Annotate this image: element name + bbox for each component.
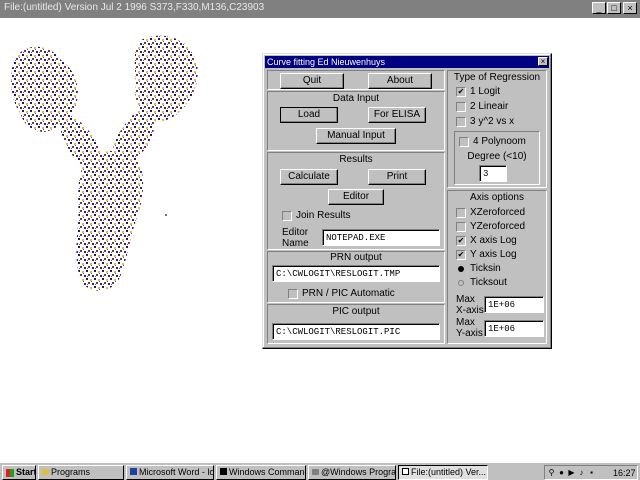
editor-name-field[interactable]: NOTEPAD.EXE xyxy=(322,229,440,246)
about-button[interactable]: About xyxy=(368,73,432,89)
max-y-axis-label-line2: Y-axis xyxy=(456,328,483,339)
taskbar-item-label: @Windows Programs xyxy=(321,467,396,477)
degree-label: Degree (<10) xyxy=(467,151,527,162)
regression-heading: Type of Regression xyxy=(453,72,541,83)
windows-logo-icon xyxy=(6,468,14,477)
max-x-axis-label-line2: X-axis xyxy=(456,305,484,316)
flag-icon[interactable]: ▶ xyxy=(567,468,576,477)
taskbar-item-label: Programs xyxy=(51,467,91,477)
maximize-button[interactable]: □ xyxy=(607,2,621,14)
editor-name-label-line2: Name xyxy=(282,238,309,249)
speaker-icon[interactable]: ♪ xyxy=(577,468,586,477)
minimize-button[interactable]: _ xyxy=(592,2,606,14)
for-elisa-button[interactable]: For ELISA xyxy=(368,107,426,123)
start-button[interactable]: Start xyxy=(2,465,36,480)
quit-button[interactable]: Quit xyxy=(280,73,344,89)
results-heading: Results xyxy=(339,154,373,165)
main-titlebar: File:(untitled) Version Jul 2 1996 S373,… xyxy=(0,0,640,18)
command-icon xyxy=(220,468,227,475)
print-button[interactable]: Print xyxy=(368,169,426,185)
logit-label: 1 Logit xyxy=(470,86,501,97)
ticksout-label: Ticksout xyxy=(470,277,507,288)
dialog-close-button[interactable]: × xyxy=(538,57,548,66)
prn-pic-automatic-checkbox[interactable] xyxy=(288,289,298,299)
max-x-axis-label-line1: Max xyxy=(456,294,475,305)
clock[interactable]: 16:27 xyxy=(613,468,636,478)
network-icon[interactable]: ▪ xyxy=(587,468,596,477)
y2-vs-x-checkbox[interactable] xyxy=(456,117,466,127)
word-icon xyxy=(130,468,137,475)
prn-pic-automatic-label: PRN / PIC Automatic xyxy=(302,288,395,299)
dialog-title: Curve fitting Ed Nieuwenhuys xyxy=(267,57,386,67)
taskbar-item-programs[interactable]: Programs xyxy=(38,465,124,480)
editor-name-label-line1: Editor xyxy=(282,227,309,238)
results-panel: Results Calculate Print Editor Join Resu… xyxy=(267,152,445,250)
join-results-label: Join Results xyxy=(296,210,351,221)
max-y-axis-field[interactable]: 1E+06 xyxy=(484,320,544,337)
polynoom-checkbox[interactable] xyxy=(459,137,469,147)
editor-button[interactable]: Editor xyxy=(328,189,384,205)
prn-output-heading: PRN output xyxy=(330,252,382,263)
close-button[interactable]: × xyxy=(623,2,637,14)
dialog-titlebar: Curve fitting Ed Nieuwenhuys × xyxy=(265,56,549,68)
pic-output-field[interactable]: C:\CWLOGIT\RESLOGIT.PIC xyxy=(272,323,440,340)
program-group-icon xyxy=(312,469,319,475)
max-y-axis-label: Max Y-axis xyxy=(456,317,483,339)
prn-output-panel: PRN output C:\CWLOGIT\RESLOGIT.TMP PRN /… xyxy=(267,251,445,303)
taskbar-item-command[interactable]: Windows Command... xyxy=(216,465,306,480)
taskbar-item-label: File:(untitled) Ver... xyxy=(411,467,487,477)
load-button[interactable]: Load xyxy=(280,107,338,123)
taskbar-item-curvefit[interactable]: File:(untitled) Ver... xyxy=(398,465,488,480)
xzeroforced-label: XZeroforced xyxy=(470,207,526,218)
data-input-panel: Data Input Load For ELISA Manual Input xyxy=(267,91,445,151)
x-axis-log-checkbox[interactable]: ✔ xyxy=(456,236,466,246)
y-axis-log-label: Y axis Log xyxy=(470,249,517,260)
window-title: File:(untitled) Version Jul 2 1996 S373,… xyxy=(4,2,265,13)
taskbar-item-label: Microsoft Word - logit... xyxy=(139,467,214,477)
search-icon[interactable]: ⚲ xyxy=(547,468,556,477)
yzeroforced-label: YZeroforced xyxy=(470,221,526,232)
taskbar-item-word[interactable]: Microsoft Word - logit... xyxy=(126,465,214,480)
taskbar-item-label: Windows Command... xyxy=(229,467,305,477)
y-axis-log-checkbox[interactable]: ✔ xyxy=(456,250,466,260)
axis-options-heading: Axis options xyxy=(470,192,524,203)
curve-fitting-dialog: Curve fitting Ed Nieuwenhuys × Quit Abou… xyxy=(262,53,552,349)
max-x-axis-label: Max X-axis xyxy=(456,294,484,316)
join-results-checkbox[interactable] xyxy=(282,211,292,221)
logit-checkbox[interactable]: ✔ xyxy=(456,87,466,97)
pic-output-panel: PIC output C:\CWLOGIT\RESLOGIT.PIC xyxy=(267,304,445,344)
top-buttons-panel: Quit About xyxy=(267,70,445,90)
antibody-illustration xyxy=(10,35,198,291)
data-input-heading: Data Input xyxy=(332,93,380,104)
x-axis-log-label: X axis Log xyxy=(470,235,517,246)
start-label: Start xyxy=(16,467,36,477)
lineair-checkbox[interactable] xyxy=(456,102,466,112)
degree-field[interactable]: 3 xyxy=(479,165,507,182)
calculate-button[interactable]: Calculate xyxy=(280,169,338,185)
system-tray: ⚲ ● ▶ ♪ ▪ 16:27 xyxy=(544,465,638,480)
lineair-label: 2 Lineair xyxy=(470,101,509,112)
editor-name-label: Editor Name xyxy=(282,227,309,249)
ticksin-radio[interactable] xyxy=(458,266,464,272)
taskbar-item-windows-programs[interactable]: @Windows Programs xyxy=(308,465,396,480)
max-y-axis-label-line1: Max xyxy=(456,317,475,328)
ticksout-radio[interactable] xyxy=(458,280,464,286)
y2-vs-x-label: 3 y^2 vs x xyxy=(470,116,515,127)
app-icon xyxy=(402,468,409,475)
globe-icon[interactable]: ● xyxy=(557,468,566,477)
manual-input-button[interactable]: Manual Input xyxy=(316,128,396,144)
prn-output-field[interactable]: C:\CWLOGIT\RESLOGIT.TMP xyxy=(272,265,440,282)
yzeroforced-checkbox[interactable] xyxy=(456,222,466,232)
pic-output-heading: PIC output xyxy=(332,306,380,317)
polynoom-label: 4 Polynoom xyxy=(473,136,526,147)
folder-icon xyxy=(42,469,49,475)
taskbar: Start Programs Microsoft Word - logit...… xyxy=(0,462,640,480)
axis-options-panel: Axis options XZeroforced YZeroforced ✔ X… xyxy=(447,190,547,344)
regression-panel: Type of Regression ✔ 1 Logit 2 Lineair 3… xyxy=(447,70,547,188)
xzeroforced-checkbox[interactable] xyxy=(456,208,466,218)
max-x-axis-field[interactable]: 1E+06 xyxy=(484,296,544,313)
ticksin-label: Ticksin xyxy=(470,263,501,274)
polynoom-subpanel: 4 Polynoom Degree (<10) 3 xyxy=(454,131,540,185)
